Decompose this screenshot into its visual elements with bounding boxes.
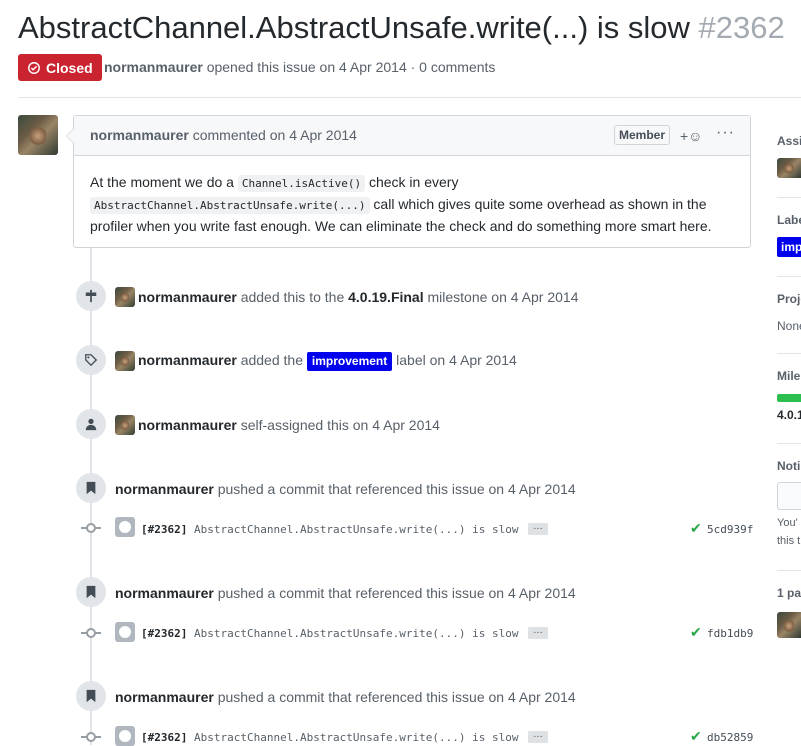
sidebar-divider <box>777 276 801 277</box>
person-icon <box>76 409 106 439</box>
commit-ref[interactable]: [#2362] <box>141 731 187 744</box>
event-text: pushed a commit that referenced this iss… <box>217 585 576 601</box>
sidebar-divider <box>777 197 801 198</box>
avatar[interactable] <box>777 158 801 178</box>
push-event: normanmaurer pushed a commit that refere… <box>115 585 576 601</box>
commit-dot <box>86 523 96 533</box>
sidebar-projects-value: None <box>777 319 801 333</box>
commit-sha[interactable]: db52859 <box>707 731 753 744</box>
event-text: self-assigned this on 4 Apr 2014 <box>240 417 440 433</box>
sidebar-divider <box>777 353 801 354</box>
event-author-link[interactable]: normanmaurer <box>115 481 214 497</box>
check-icon: ✔ <box>690 728 702 744</box>
issue-title-text: AbstractChannel.AbstractUnsafe.write(...… <box>18 10 690 45</box>
commit-dot <box>86 628 96 638</box>
bookmark-icon <box>76 473 106 503</box>
event-author-link[interactable]: normanmaurer <box>138 289 237 305</box>
notifications-text: You' <box>777 517 798 529</box>
event-text: milestone on 4 Apr 2014 <box>427 289 579 305</box>
avatar[interactable] <box>115 415 135 435</box>
comment-text: check in every <box>365 174 459 190</box>
event-author-link[interactable]: normanmaurer <box>115 689 214 705</box>
inline-code: Channel.isActive() <box>237 175 366 192</box>
commit-message-text[interactable]: AbstractChannel.AbstractUnsafe.write(...… <box>194 731 519 744</box>
comment-arrow-fill <box>67 128 75 144</box>
sidebar-label-chip[interactable]: impr <box>777 237 801 257</box>
sidebar-notifications-heading: Noti <box>777 459 801 473</box>
sidebar-labels-heading[interactable]: Labe <box>777 213 801 227</box>
avatar[interactable] <box>115 351 135 371</box>
event-text: pushed a commit that referenced this iss… <box>217 689 576 705</box>
event-author-link[interactable]: normanmaurer <box>138 352 237 368</box>
event-text: label on 4 Apr 2014 <box>396 352 517 368</box>
commit-dot <box>86 732 96 742</box>
milestone-link[interactable]: 4.0.19.Final <box>348 289 423 305</box>
label-event: normanmaurer added the improvement label… <box>138 352 517 371</box>
issue-title: AbstractChannel.AbstractUnsafe.write(...… <box>18 8 785 48</box>
notifications-text: this t <box>777 535 801 547</box>
issue-author-link[interactable]: normanmaurer <box>104 59 203 75</box>
commit-message-text[interactable]: AbstractChannel.AbstractUnsafe.write(...… <box>194 627 519 640</box>
expand-commit-button[interactable]: … <box>528 626 548 639</box>
bookmark-icon <box>76 681 106 711</box>
check-icon: ✔ <box>690 624 702 640</box>
sidebar-milestone-heading[interactable]: Mile <box>777 369 800 383</box>
avatar[interactable] <box>18 115 58 155</box>
assign-event: normanmaurer self-assigned this on 4 Apr… <box>138 417 440 433</box>
commit-message-text[interactable]: AbstractChannel.AbstractUnsafe.write(...… <box>194 523 519 536</box>
expand-commit-button[interactable]: … <box>528 522 548 535</box>
sidebar-divider <box>777 443 801 444</box>
issue-closed-icon <box>28 61 40 74</box>
commit-message[interactable]: [#2362] AbstractChannel.AbstractUnsafe.w… <box>141 731 519 744</box>
event-text: added this to the <box>240 289 345 305</box>
tag-icon <box>76 345 106 375</box>
event-text: pushed a commit that referenced this iss… <box>217 481 576 497</box>
comment-body: At the moment we do a Channel.isActive()… <box>90 172 740 237</box>
sidebar-divider <box>777 570 801 571</box>
commit-ref[interactable]: [#2362] <box>141 627 187 640</box>
subscribe-button[interactable] <box>777 482 801 510</box>
commit-ref[interactable]: [#2362] <box>141 523 187 536</box>
milestone-icon <box>76 281 106 311</box>
status-badge: Closed <box>18 54 102 81</box>
inline-code: AbstractChannel.AbstractUnsafe.write(...… <box>90 197 370 214</box>
header-divider <box>18 97 801 98</box>
issue-meta: normanmaurer opened this issue on 4 Apr … <box>104 59 495 75</box>
bookmark-icon <box>76 577 106 607</box>
comment-timestamp[interactable]: commented on 4 Apr 2014 <box>193 127 357 143</box>
issue-opened-text: opened this issue on 4 Apr 2014 · 0 comm… <box>206 59 496 75</box>
avatar[interactable] <box>777 612 801 638</box>
member-badge: Member <box>614 125 671 145</box>
comment-author: normanmaurer commented on 4 Apr 2014 <box>90 127 357 143</box>
commit-message[interactable]: [#2362] AbstractChannel.AbstractUnsafe.w… <box>141 627 519 640</box>
label-chip[interactable]: improvement <box>306 352 393 371</box>
sidebar-participants-heading: 1 pa <box>777 586 801 600</box>
github-avatar-icon <box>115 517 135 537</box>
sidebar-assignees-heading[interactable]: Assig <box>777 134 801 148</box>
expand-commit-button[interactable]: … <box>528 730 548 743</box>
issue-number: #2362 <box>698 10 785 45</box>
sidebar-projects-heading[interactable]: Proje <box>777 292 801 306</box>
event-author-link[interactable]: normanmaurer <box>115 585 214 601</box>
comment-text: At the moment we do a <box>90 174 238 190</box>
event-text: added the <box>240 352 303 368</box>
check-icon: ✔ <box>690 520 702 536</box>
push-event: normanmaurer pushed a commit that refere… <box>115 481 576 497</box>
status-label: Closed <box>46 59 93 76</box>
github-avatar-icon <box>115 622 135 642</box>
more-options-icon[interactable]: ··· <box>716 124 735 142</box>
github-avatar-icon <box>115 726 135 746</box>
event-author-link[interactable]: normanmaurer <box>138 417 237 433</box>
commit-message[interactable]: [#2362] AbstractChannel.AbstractUnsafe.w… <box>141 523 519 536</box>
push-event: normanmaurer pushed a commit that refere… <box>115 689 576 705</box>
milestone-event: normanmaurer added this to the 4.0.19.Fi… <box>138 289 579 305</box>
milestone-progress-bar <box>777 394 801 402</box>
sidebar-milestone-value[interactable]: 4.0.1 <box>777 408 801 422</box>
milestone-progress-fill <box>777 394 801 402</box>
avatar[interactable] <box>115 287 135 307</box>
add-reaction-icon[interactable]: +☺ <box>680 128 702 144</box>
commit-sha[interactable]: fdb1db9 <box>707 627 753 640</box>
comment-author-link[interactable]: normanmaurer <box>90 127 189 143</box>
commit-sha[interactable]: 5cd939f <box>707 523 753 536</box>
